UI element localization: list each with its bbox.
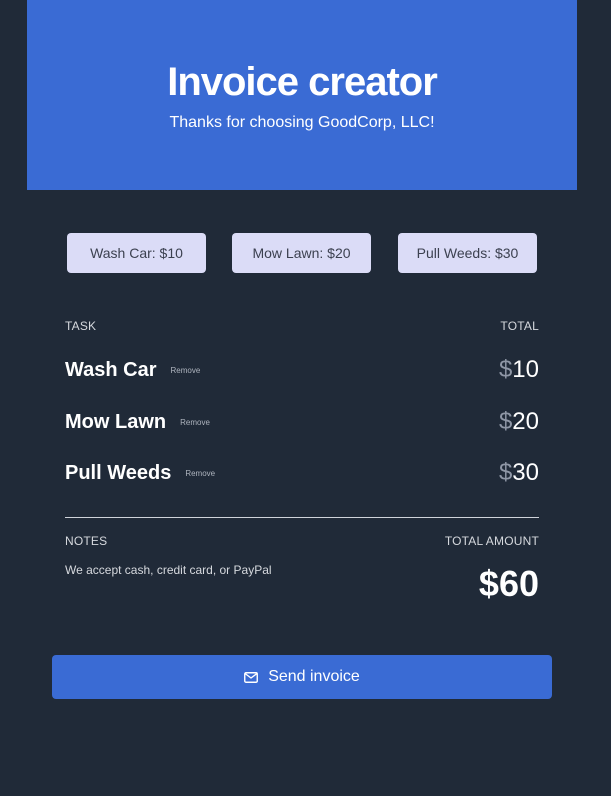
mow-lawn-button[interactable]: Mow Lawn: $20	[232, 233, 371, 273]
task-name: Pull Weeds	[65, 462, 172, 484]
task-column-header: TASK	[65, 319, 97, 333]
wash-car-button[interactable]: Wash Car: $10	[67, 233, 206, 273]
remove-link[interactable]: Remove	[185, 469, 215, 478]
task-amount-value: 10	[512, 356, 539, 383]
remove-link[interactable]: Remove	[171, 366, 201, 375]
currency-symbol: $	[498, 356, 513, 383]
task-amount: $20	[499, 407, 539, 437]
summary-divider	[65, 517, 539, 518]
page-subtitle: Thanks for choosing GoodCorp, LLC!	[169, 114, 435, 131]
grand-total: $60	[478, 563, 539, 604]
invoice-page: Invoice creator Thanks for choosing Good…	[0, 0, 611, 796]
task-row: Mow Lawn Remove $20	[65, 407, 539, 437]
total-amount-label: TOTAL AMOUNT	[444, 534, 539, 548]
send-invoice-label: Send invoice	[268, 668, 360, 685]
task-name: Wash Car	[65, 359, 157, 381]
total-column-header: TOTAL	[500, 319, 539, 333]
currency-symbol: $	[498, 408, 513, 435]
notes-label: NOTES	[65, 534, 108, 548]
pull-weeds-button[interactable]: Pull Weeds: $30	[398, 233, 537, 273]
task-amount-value: 20	[512, 408, 539, 435]
send-invoice-button[interactable]: Send invoice	[52, 655, 552, 699]
task-row: Wash Car Remove $10	[65, 355, 539, 385]
task-row: Pull Weeds Remove $30	[65, 458, 539, 488]
invoice-header: Invoice creator Thanks for choosing Good…	[27, 0, 577, 190]
task-amount-value: 30	[512, 459, 539, 486]
task-name: Mow Lawn	[65, 411, 167, 433]
task-amount: $10	[499, 355, 539, 385]
currency-symbol: $	[498, 459, 513, 486]
remove-link[interactable]: Remove	[180, 418, 210, 427]
notes-text: We accept cash, credit card, or PayPal	[65, 563, 272, 577]
task-amount: $30	[499, 458, 539, 488]
envelope-icon	[244, 671, 259, 683]
page-title: Invoice creator	[167, 60, 438, 104]
